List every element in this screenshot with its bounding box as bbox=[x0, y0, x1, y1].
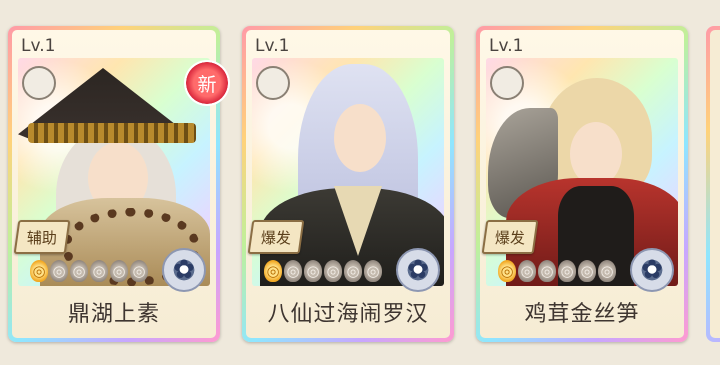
type-badge: 爆发 bbox=[247, 220, 305, 254]
flame-star-empty-icon: ◎ bbox=[304, 260, 322, 282]
type-label: 爆发 bbox=[494, 228, 525, 247]
star-row: ◎ ◎ ◎ ◎ ◎ ◎ bbox=[264, 260, 382, 282]
flame-star-empty-icon: ◎ bbox=[70, 260, 88, 282]
card-name: 鼎湖上素 bbox=[67, 302, 160, 327]
stand-slot-icon bbox=[22, 66, 56, 100]
face bbox=[570, 122, 622, 186]
food-soul-card-2[interactable]: Lv.1 爆发 ◎ ◎ ◎ ◎ ◎ ◎ ✿ 八仙过海闹罗汉 bbox=[242, 26, 454, 342]
level-label: Lv.1 bbox=[255, 36, 290, 56]
flower-emblem-icon: ✿ bbox=[162, 248, 206, 292]
level-label: Lv.1 bbox=[489, 36, 524, 56]
star-row: ◎ ◎ ◎ ◎ ◎ ◎ bbox=[30, 260, 148, 282]
flower-emblem-icon: ✿ bbox=[630, 248, 674, 292]
flame-star-empty-icon: ◎ bbox=[364, 260, 382, 282]
flame-star-empty-icon: ◎ bbox=[538, 260, 556, 282]
hat-brim bbox=[28, 123, 196, 143]
card-name: 鸡茸金丝笋 bbox=[524, 302, 640, 327]
card-inner: Lv.1 爆发 ◎ ◎ ◎ ◎ ◎ ◎ ✿ 八仙过海闹罗汉 bbox=[246, 30, 450, 338]
level-label: Lv.1 bbox=[21, 36, 56, 56]
type-label: 爆发 bbox=[260, 228, 291, 247]
flame-star-empty-icon: ◎ bbox=[518, 260, 536, 282]
food-soul-card-partial[interactable] bbox=[706, 26, 720, 342]
card-inner bbox=[710, 30, 720, 338]
flame-star-icon: ◎ bbox=[264, 260, 282, 282]
type-label: 辅助 bbox=[26, 228, 57, 247]
card-inner: Lv.1 爆发 ◎ ◎ ◎ ◎ ◎ ◎ ✿ 鸡茸金丝笋 bbox=[480, 30, 684, 338]
flame-star-empty-icon: ◎ bbox=[110, 260, 128, 282]
flame-star-empty-icon: ◎ bbox=[344, 260, 362, 282]
star-row: ◎ ◎ ◎ ◎ ◎ ◎ bbox=[498, 260, 616, 282]
flame-star-empty-icon: ◎ bbox=[90, 260, 108, 282]
flame-star-icon: ◎ bbox=[498, 260, 516, 282]
type-badge: 爆发 bbox=[481, 220, 539, 254]
food-soul-card-1[interactable]: Lv.1 辅助 ◎ ◎ ◎ ◎ ◎ ◎ ✿ 鼎湖上素 新 bbox=[8, 26, 228, 342]
type-badge: 辅助 bbox=[13, 220, 71, 254]
flower-emblem-icon: ✿ bbox=[396, 248, 440, 292]
flame-star-empty-icon: ◎ bbox=[130, 260, 148, 282]
stand-slot-icon bbox=[256, 66, 290, 100]
flame-star-empty-icon: ◎ bbox=[598, 260, 616, 282]
card-inner: Lv.1 辅助 ◎ ◎ ◎ ◎ ◎ ◎ ✿ 鼎湖上素 bbox=[12, 30, 216, 338]
stand-slot-icon bbox=[490, 66, 524, 100]
flame-star-empty-icon: ◎ bbox=[324, 260, 342, 282]
new-badge: 新 bbox=[186, 62, 228, 104]
flame-star-empty-icon: ◎ bbox=[558, 260, 576, 282]
flame-star-empty-icon: ◎ bbox=[578, 260, 596, 282]
card-name: 八仙过海闹罗汉 bbox=[267, 302, 429, 327]
flame-star-empty-icon: ◎ bbox=[50, 260, 68, 282]
face bbox=[334, 104, 386, 172]
flame-star-empty-icon: ◎ bbox=[284, 260, 302, 282]
food-soul-card-3[interactable]: Lv.1 爆发 ◎ ◎ ◎ ◎ ◎ ◎ ✿ 鸡茸金丝笋 bbox=[476, 26, 688, 342]
flame-star-icon: ◎ bbox=[30, 260, 48, 282]
